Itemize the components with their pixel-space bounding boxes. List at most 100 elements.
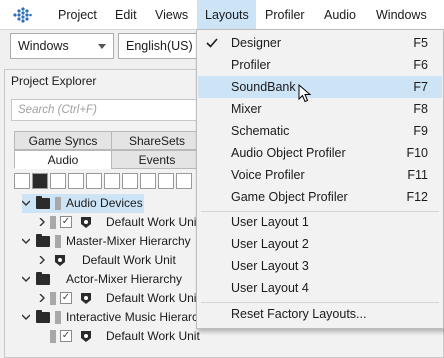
- tree-item-default-work-unit[interactable]: ✓ Default Work Unit: [38, 213, 200, 232]
- menu-item-shortcut: F6: [413, 58, 428, 72]
- menu-item-audio-object-profiler[interactable]: Audio Object Profiler F10: [198, 142, 442, 164]
- music-icon[interactable]: [176, 173, 192, 189]
- menu-item-soundbank[interactable]: SoundBank F7: [198, 76, 442, 98]
- language-select[interactable]: English(US) (I: [118, 33, 208, 59]
- menu-item-reset-factory-layouts[interactable]: Reset Factory Layouts...: [198, 303, 442, 325]
- work-unit-icon: [81, 293, 91, 304]
- work-unit-icon[interactable]: [14, 173, 30, 189]
- tree-item-label: Interactive Music Hierarch: [66, 310, 197, 324]
- tree-item-label: Default Work Unit: [82, 253, 176, 267]
- menu-item-voice-profiler[interactable]: Voice Profiler F11: [198, 164, 442, 186]
- checkbox[interactable]: ✓: [60, 292, 72, 304]
- work-unit-icon: [55, 255, 65, 266]
- menu-item-label: Mixer: [231, 102, 262, 116]
- blend-container-icon[interactable]: [158, 173, 174, 189]
- virtual-folder-icon[interactable]: [50, 173, 66, 189]
- chevron-down-icon: [98, 44, 106, 49]
- chevron-right-icon[interactable]: [38, 256, 46, 264]
- tree-item-label: Default Work Unit: [106, 291, 200, 305]
- menu-item-label: Audio Object Profiler: [231, 146, 346, 160]
- tree-item-label: Master-Mixer Hierarchy: [66, 234, 191, 248]
- layouts-dropdown-menu: Designer F5 Profiler F6 SoundBank F7 Mix…: [196, 29, 444, 329]
- menu-item-label: SoundBank: [231, 80, 296, 94]
- tree-item-label: Audio Devices: [66, 196, 143, 210]
- tab-sharesets[interactable]: ShareSets: [111, 131, 203, 150]
- tree-item-label: Actor-Mixer Hierarchy: [66, 272, 183, 286]
- menu-item-user-layout-1[interactable]: User Layout 1: [198, 211, 442, 233]
- folder-icon[interactable]: [32, 173, 48, 189]
- checkbox[interactable]: ✓: [60, 216, 72, 228]
- tab-events[interactable]: Events: [111, 150, 203, 169]
- menu-item-label: User Layout 3: [231, 259, 309, 273]
- tree-item-audio-devices[interactable]: Audio Devices: [22, 194, 144, 213]
- checkbox[interactable]: ✓: [60, 330, 72, 342]
- menu-item-designer[interactable]: Designer F5: [198, 32, 442, 54]
- color-bar-icon: [55, 235, 61, 248]
- color-bar-icon: [50, 330, 56, 343]
- folder-icon: [36, 310, 50, 323]
- platform-select[interactable]: Windows: [10, 33, 114, 59]
- menu-item-label: Designer: [231, 36, 282, 50]
- menu-windows[interactable]: Windows: [376, 0, 427, 30]
- chevron-right-icon[interactable]: [38, 294, 46, 302]
- menu-item-game-object-profiler[interactable]: Game Object Profiler F12: [198, 186, 442, 208]
- menu-item-shortcut: F8: [413, 102, 428, 116]
- menu-item-label: User Layout 4: [231, 281, 309, 295]
- folder-icon: [36, 196, 50, 209]
- menu-profiler[interactable]: Profiler: [265, 0, 305, 30]
- tree-item-interactive-music[interactable]: Interactive Music Hierarch: [22, 308, 197, 327]
- menu-item-label: Voice Profiler: [231, 168, 305, 182]
- menu-item-schematic[interactable]: Schematic F9: [198, 120, 442, 142]
- panel-title: Project Explorer: [11, 74, 97, 88]
- checkmark-icon: [206, 38, 218, 48]
- menu-item-label: User Layout 2: [231, 237, 309, 251]
- mouse-cursor-icon: [298, 84, 312, 103]
- menu-item-shortcut: F10: [406, 146, 428, 160]
- menu-views[interactable]: Views: [155, 0, 188, 30]
- tree-item-master-mixer[interactable]: Master-Mixer Hierarchy: [22, 232, 197, 251]
- menu-bar: Project Edit Views Layouts Profiler Audi…: [0, 0, 444, 30]
- menu-edit[interactable]: Edit: [115, 0, 137, 30]
- menu-item-shortcut: F11: [407, 168, 428, 182]
- tab-game-syncs[interactable]: Game Syncs: [14, 131, 112, 150]
- menu-item-profiler[interactable]: Profiler F6: [198, 54, 442, 76]
- menu-project[interactable]: Project: [58, 0, 97, 30]
- bus-icon[interactable]: [104, 173, 120, 189]
- menu-item-shortcut: F9: [413, 124, 428, 138]
- menu-item-shortcut: F12: [406, 190, 428, 204]
- menu-item-shortcut: F5: [413, 36, 428, 50]
- tree-item-default-work-unit[interactable]: ✓ Default Work Unit: [38, 289, 200, 308]
- chevron-down-icon[interactable]: [22, 237, 30, 245]
- platform-select-value: Windows: [18, 39, 69, 53]
- menu-item-user-layout-4[interactable]: User Layout 4: [198, 277, 442, 299]
- menu-item-mixer[interactable]: Mixer F8: [198, 98, 442, 120]
- work-unit-icon: [81, 217, 91, 228]
- chevron-right-icon[interactable]: [38, 218, 46, 226]
- menu-item-user-layout-3[interactable]: User Layout 3: [198, 255, 442, 277]
- menu-item-label: Schematic: [231, 124, 290, 138]
- tree-item-default-work-unit[interactable]: ✓ Default Work Unit: [38, 327, 200, 346]
- switch-container-icon[interactable]: [140, 173, 156, 189]
- menu-item-user-layout-2[interactable]: User Layout 2: [198, 233, 442, 255]
- menu-layouts[interactable]: Layouts: [197, 0, 256, 30]
- menu-audio[interactable]: Audio: [324, 0, 356, 30]
- container-icon[interactable]: [86, 173, 102, 189]
- tree-item-default-work-unit[interactable]: Default Work Unit: [38, 251, 198, 270]
- chevron-down-icon[interactable]: [22, 275, 30, 283]
- chevron-down-icon[interactable]: [22, 313, 30, 321]
- menu-item-label: User Layout 1: [231, 215, 309, 229]
- chevron-down-icon[interactable]: [22, 199, 30, 207]
- menu-item-label: Profiler: [231, 58, 271, 72]
- tree-item-actor-mixer[interactable]: Actor-Mixer Hierarchy: [22, 270, 197, 289]
- color-bar-icon: [50, 292, 56, 305]
- tab-audio[interactable]: Audio: [14, 150, 112, 169]
- work-unit-icon: [81, 331, 91, 342]
- sound-icon[interactable]: [68, 173, 84, 189]
- folder-icon: [36, 234, 50, 247]
- menu-item-shortcut: F7: [413, 80, 428, 94]
- menu-item-label: Game Object Profiler: [231, 190, 348, 204]
- menu-item-label: Reset Factory Layouts...: [231, 307, 367, 321]
- tree-item-label: Default Work Unit: [106, 215, 200, 229]
- language-select-value: English(US) (I: [126, 39, 204, 53]
- random-container-icon[interactable]: [122, 173, 138, 189]
